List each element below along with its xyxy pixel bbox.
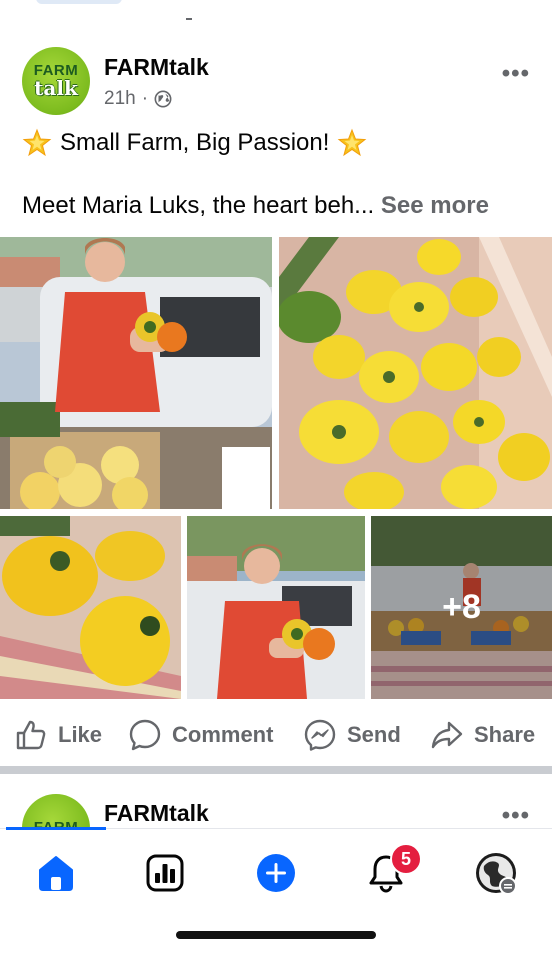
like-button[interactable]: Like: [14, 718, 102, 752]
share-label: Share: [474, 722, 536, 747]
like-label: Like: [58, 722, 103, 747]
caption-body: Meet Maria Luks, the heart beh... See mo…: [22, 192, 489, 220]
next-post-options-button[interactable]: •••: [502, 802, 530, 830]
comment-label: Comment: [172, 722, 274, 747]
post-separator: [0, 766, 552, 774]
bottom-tab-bar: 5: [0, 827, 552, 953]
create-icon: [257, 854, 295, 892]
send-label: Send: [347, 722, 401, 747]
meta-separator: ·: [141, 88, 149, 109]
glowing-star-icon: [22, 128, 52, 157]
profile-icon: [476, 853, 517, 895]
home-indicator[interactable]: [176, 931, 376, 939]
notification-count-badge: 5: [390, 843, 422, 875]
photo-pattypan-squash-crate[interactable]: [279, 237, 552, 509]
previous-post-stub: [0, 0, 552, 22]
home-icon: [39, 856, 73, 891]
caption-headline-text: Small Farm, Big Passion!: [60, 129, 330, 156]
caption-body-text: Meet Maria Luks, the heart beh...: [22, 192, 375, 219]
avatar-text-talk: talk: [34, 76, 78, 100]
post-meta: 21h ·: [104, 88, 172, 110]
previous-post-button-remnant[interactable]: [36, 0, 122, 4]
tab-dashboard[interactable]: [141, 849, 189, 897]
glowing-star-icon: [338, 128, 367, 157]
post-action-bar: Like Comment Send Share: [0, 710, 552, 758]
messenger-icon: [304, 719, 336, 751]
page-name[interactable]: FARMtalk: [104, 54, 209, 81]
photo-market-stall[interactable]: +8: [371, 516, 552, 699]
more-photos-count[interactable]: +8: [371, 516, 552, 699]
post-header: FARM talk FARMtalk 21h · •••: [0, 40, 552, 120]
share-arrow-icon: [431, 721, 463, 749]
photo-grid: +8: [0, 237, 552, 699]
comment-button[interactable]: Comment: [128, 718, 273, 752]
photo-woman-holding-squash[interactable]: [0, 237, 272, 509]
tab-notifications[interactable]: 5: [362, 843, 422, 897]
dashboard-icon: [146, 854, 184, 892]
page-avatar[interactable]: FARM talk: [22, 47, 90, 115]
share-button[interactable]: Share: [430, 718, 535, 752]
post-options-button[interactable]: •••: [502, 60, 530, 88]
next-post-avatar[interactable]: FARM: [22, 794, 90, 830]
see-more-link[interactable]: See more: [381, 192, 489, 219]
divider-mark: [186, 18, 192, 20]
active-tab-indicator: [6, 827, 106, 830]
tab-home[interactable]: [32, 849, 80, 897]
photo-squash-closeup[interactable]: [0, 516, 181, 699]
next-post-header: FARM FARMtalk •••: [0, 780, 552, 830]
tab-create[interactable]: [252, 849, 300, 897]
send-button[interactable]: Send: [303, 718, 401, 752]
post-time[interactable]: 21h: [104, 88, 136, 110]
thumbs-up-icon: [16, 720, 46, 750]
photo-woman-portrait[interactable]: [187, 516, 365, 699]
next-post-page-name[interactable]: FARMtalk: [104, 800, 209, 827]
caption-headline: Small Farm, Big Passion!: [22, 128, 367, 158]
comment-bubble-icon: [129, 719, 161, 751]
tab-profile[interactable]: [472, 849, 520, 897]
globe-icon: [154, 90, 172, 108]
